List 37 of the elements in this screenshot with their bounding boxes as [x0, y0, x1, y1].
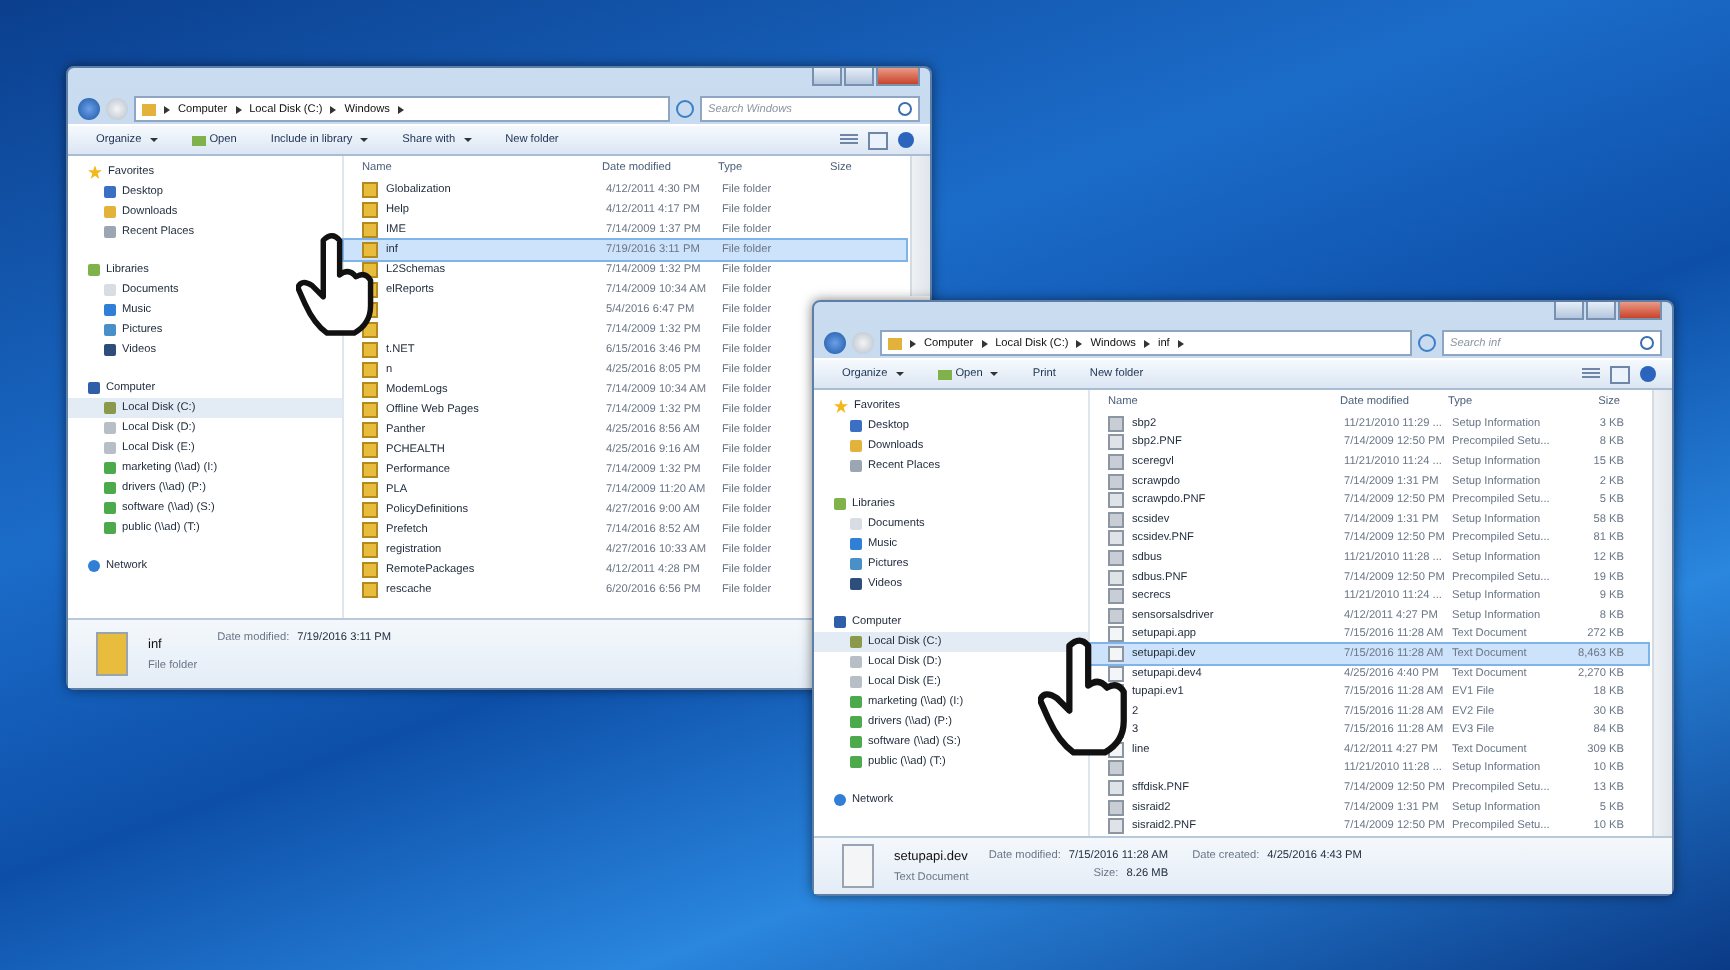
file-icon: [1108, 434, 1124, 451]
chevron-icon: [397, 105, 404, 113]
close-icon[interactable]: [1618, 302, 1662, 320]
file-icon: [1108, 530, 1124, 547]
help-icon[interactable]: [898, 132, 914, 148]
search-icon: [1640, 336, 1654, 350]
chevron-icon: [981, 339, 988, 347]
view-options-icon[interactable]: [840, 134, 858, 146]
chevron-icon: [1177, 339, 1184, 347]
file-icon: [1108, 818, 1124, 835]
hand-cursor-icon: [1038, 634, 1130, 758]
refresh-icon[interactable]: [1418, 334, 1436, 352]
preview-pane-icon[interactable]: [1610, 365, 1630, 383]
hand-cursor-icon: [296, 228, 376, 340]
file-icon: [1108, 569, 1124, 586]
help-icon[interactable]: [1640, 366, 1656, 382]
chevron-icon: [1143, 339, 1150, 347]
chevron-icon: [330, 105, 337, 113]
chevron-icon: [1076, 339, 1083, 347]
close-icon[interactable]: [876, 68, 920, 86]
file-icon: [1108, 780, 1124, 797]
maximize-icon[interactable]: [1586, 302, 1616, 320]
minimize-icon[interactable]: [812, 68, 842, 86]
globe-icon: [834, 794, 846, 806]
view-options-icon[interactable]: [1582, 368, 1600, 380]
file-icon: [1108, 492, 1124, 509]
search-icon: [898, 102, 912, 116]
chevron-icon: [235, 105, 242, 113]
chevron-icon: [910, 339, 916, 347]
minimize-icon[interactable]: [1554, 302, 1584, 320]
scrollbar[interactable]: [1652, 390, 1672, 836]
preview-pane-icon[interactable]: [868, 131, 888, 149]
maximize-icon[interactable]: [844, 68, 874, 86]
chevron-icon: [164, 105, 170, 113]
refresh-icon[interactable]: [676, 100, 694, 118]
scrollbar[interactable]: [910, 156, 930, 296]
globe-icon: [88, 560, 100, 572]
